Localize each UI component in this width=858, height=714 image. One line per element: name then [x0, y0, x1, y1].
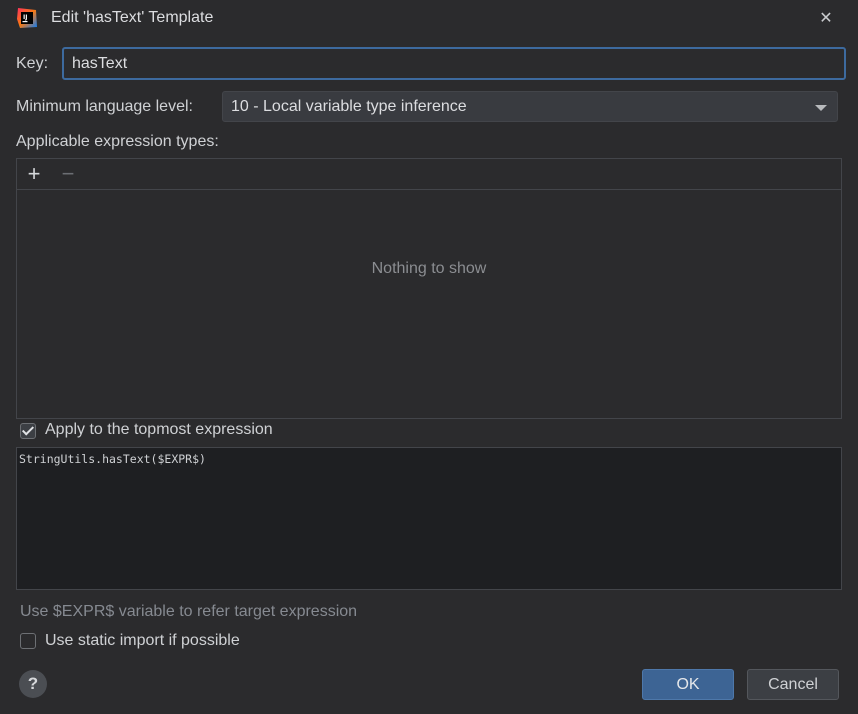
- svg-text:IJ: IJ: [23, 14, 27, 21]
- min-level-label: Minimum language level:: [16, 98, 193, 115]
- expression-types-list: + − Nothing to show: [16, 158, 842, 419]
- template-editor[interactable]: StringUtils.hasText($EXPR$): [16, 447, 842, 590]
- applicable-types-label: Applicable expression types:: [16, 133, 219, 150]
- topmost-checkbox[interactable]: [20, 423, 36, 439]
- title-bar: IJ Edit 'hasText' Template ✕: [0, 0, 858, 36]
- key-label: Key:: [16, 55, 49, 72]
- topmost-label[interactable]: Apply to the topmost expression: [45, 421, 273, 439]
- min-level-select[interactable]: 10 - Local variable type inference: [222, 91, 838, 122]
- help-button[interactable]: ?: [19, 670, 47, 698]
- close-icon[interactable]: ✕: [814, 6, 838, 30]
- empty-list-text: Nothing to show: [371, 260, 487, 277]
- plus-icon[interactable]: +: [22, 162, 46, 186]
- chevron-down-icon: [815, 105, 827, 111]
- cancel-button[interactable]: Cancel: [747, 669, 839, 700]
- types-toolbar: + −: [17, 159, 841, 190]
- ok-button[interactable]: OK: [642, 669, 734, 700]
- template-code: StringUtils.hasText($EXPR$): [19, 452, 206, 466]
- key-input[interactable]: [62, 47, 846, 80]
- static-import-label[interactable]: Use static import if possible: [45, 632, 240, 650]
- min-level-value: 10 - Local variable type inference: [231, 98, 467, 115]
- window-title: Edit 'hasText' Template: [51, 9, 214, 26]
- expr-hint: Use $EXPR$ variable to refer target expr…: [20, 603, 358, 620]
- intellij-idea-icon: IJ: [17, 8, 37, 28]
- minus-icon[interactable]: −: [56, 162, 80, 186]
- static-import-checkbox[interactable]: [20, 633, 36, 649]
